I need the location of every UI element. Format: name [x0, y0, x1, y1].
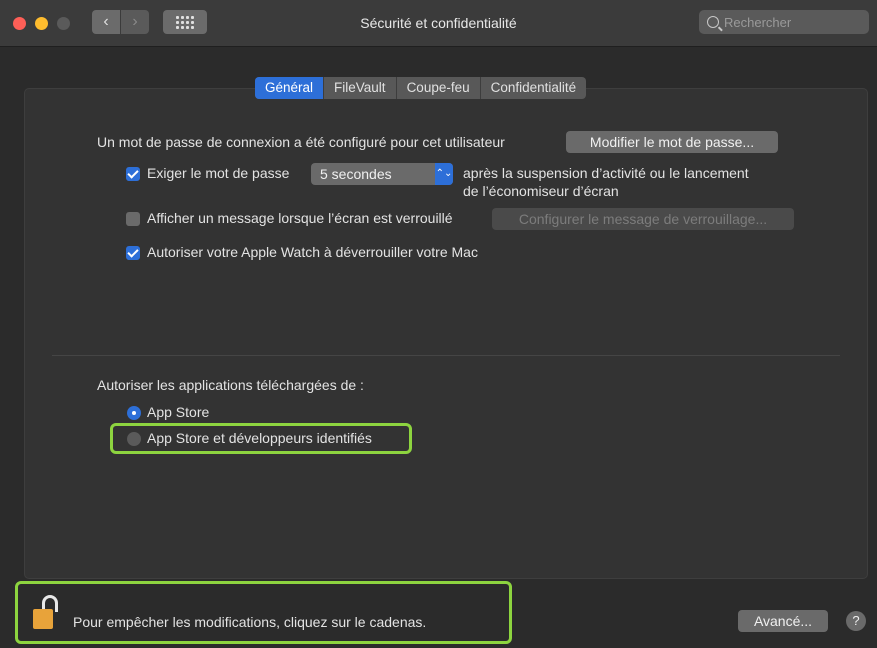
apple-watch-label: Autoriser votre Apple Watch à déverrouil… — [147, 244, 478, 260]
help-button[interactable]: ? — [846, 611, 866, 631]
show-message-checkbox[interactable] — [126, 212, 140, 226]
search-field[interactable]: Rechercher — [699, 10, 869, 34]
highlight-box-developers — [110, 423, 412, 454]
password-delay-popup[interactable]: 5 secondes ⌃⌄ — [311, 163, 453, 185]
search-icon — [707, 16, 719, 28]
downloads-heading: Autoriser les applications téléchargées … — [97, 377, 364, 393]
require-password-after-line2: de l’économiseur d’écran — [463, 183, 619, 199]
tab-filevault[interactable]: FileVault — [324, 77, 397, 99]
apple-watch-checkbox[interactable] — [126, 246, 140, 260]
require-password-label: Exiger le mot de passe — [147, 165, 290, 181]
advanced-button[interactable]: Avancé... — [738, 610, 828, 632]
title-bar: ‹ › Sécurité et confidentialité Recherch… — [0, 0, 877, 47]
tab-firewall[interactable]: Coupe-feu — [397, 77, 481, 99]
search-placeholder: Rechercher — [724, 14, 792, 30]
password-delay-value: 5 secondes — [320, 166, 392, 182]
tab-bar: Général FileVault Coupe-feu Confidential… — [255, 77, 587, 99]
set-lock-message-button[interactable]: Configurer le message de verrouillage... — [492, 208, 794, 230]
highlight-box-lock — [15, 581, 512, 644]
radio-app-store[interactable] — [127, 406, 141, 420]
require-password-checkbox[interactable] — [126, 167, 140, 181]
settings-panel — [24, 88, 868, 579]
app-store-label: App Store — [147, 404, 210, 420]
change-password-button[interactable]: Modifier le mot de passe... — [566, 131, 778, 153]
show-message-label: Afficher un message lorsque l’écran est … — [147, 210, 453, 226]
tab-general[interactable]: Général — [255, 77, 325, 99]
tab-privacy[interactable]: Confidentialité — [481, 77, 587, 99]
password-set-text: Un mot de passe de connexion a été confi… — [97, 134, 505, 150]
section-divider — [52, 355, 840, 356]
require-password-after-line1: après la suspension d’activité ou le lan… — [463, 165, 749, 181]
chevron-updown-icon: ⌃⌄ — [435, 163, 453, 185]
